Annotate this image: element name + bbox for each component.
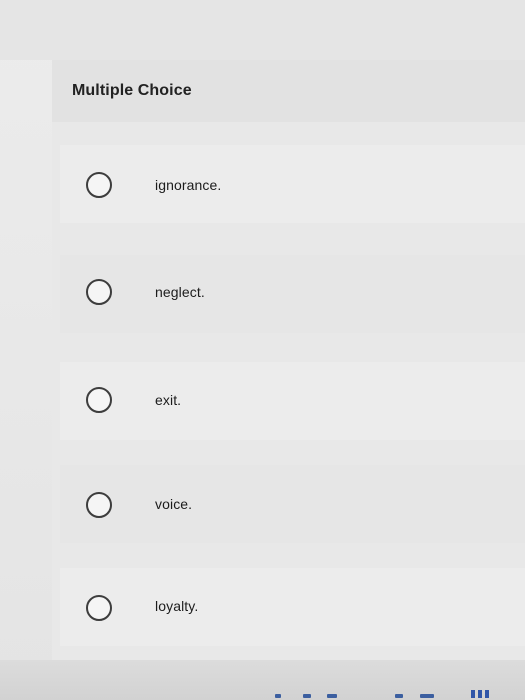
answer-option-label: loyalty. <box>155 598 199 614</box>
answer-option-5[interactable]: loyalty. <box>60 568 525 646</box>
decor-mark <box>420 694 434 698</box>
radio-icon[interactable] <box>86 279 112 305</box>
answer-option-1[interactable]: ignorance. <box>60 145 525 223</box>
answer-option-label: voice. <box>155 496 193 512</box>
answer-option-label: exit. <box>155 392 182 408</box>
answer-option-label: ignorance. <box>155 177 222 193</box>
radio-icon[interactable] <box>86 172 112 198</box>
answer-option-label: neglect. <box>155 284 205 300</box>
radio-icon[interactable] <box>86 595 112 621</box>
answer-option-2[interactable]: neglect. <box>60 255 525 333</box>
answer-option-4[interactable]: voice. <box>60 465 525 543</box>
radio-icon[interactable] <box>86 492 112 518</box>
answer-option-3[interactable]: exit. <box>60 362 525 440</box>
top-strip <box>0 0 525 60</box>
bottom-bar <box>0 660 525 700</box>
decor-mark <box>395 694 403 698</box>
question-type-title: Multiple Choice <box>72 82 192 99</box>
question-panel: Multiple Choice ignorance. neglect. exit… <box>52 60 525 660</box>
bottom-decoration <box>275 688 495 698</box>
decor-mark <box>275 694 281 698</box>
decor-mark <box>327 694 337 698</box>
grid-icon[interactable] <box>471 690 489 698</box>
question-header: Multiple Choice <box>52 60 525 122</box>
decor-mark <box>303 694 311 698</box>
screen: Multiple Choice ignorance. neglect. exit… <box>0 0 525 700</box>
radio-icon[interactable] <box>86 387 112 413</box>
